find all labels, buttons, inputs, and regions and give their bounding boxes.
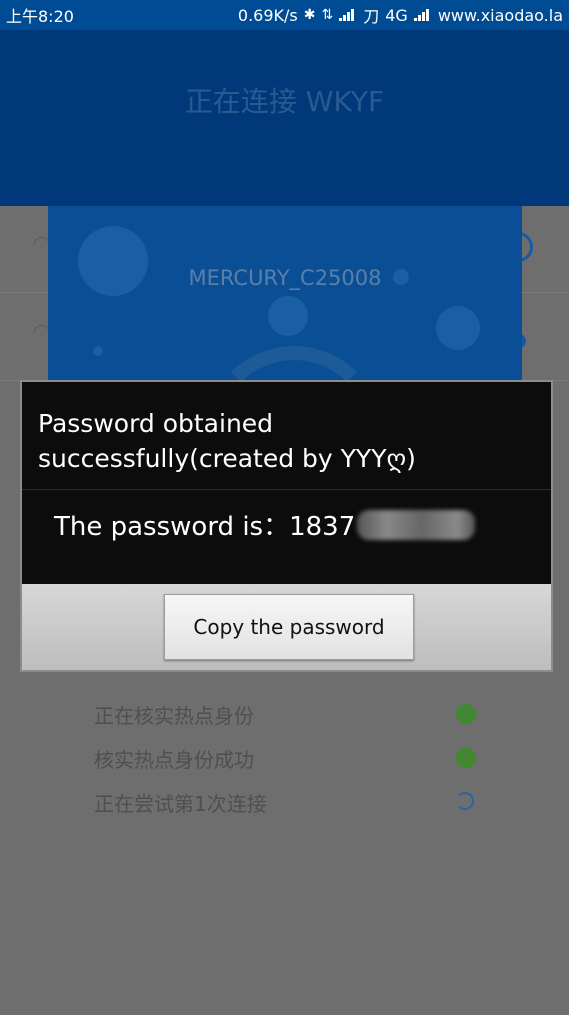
dialog-title: Password obtained successfully(created b… [38, 409, 416, 473]
step-label: 核实热点身份成功 [94, 747, 254, 772]
step-label: 正在尝试第1次连接 [94, 791, 267, 816]
network-type: 4G [385, 5, 408, 25]
signal-icon [339, 9, 357, 21]
network-ssid: MERCURY_C25008 [188, 266, 382, 290]
dialog-divider [22, 489, 551, 490]
status-speed: 0.69K/s [237, 5, 298, 25]
header: 正在连接 WKYF [0, 30, 569, 206]
password-dialog: Password obtained successfully(created b… [20, 380, 553, 672]
step-item: 正在尝试第1次连接 [94, 780, 494, 824]
password-message: The password is：1837 [54, 506, 476, 543]
status-bar: 上午8:20 0.69K/s ✱ ⇅ 刀 4G www.xiaodao.la [0, 0, 569, 30]
loading-spinner-icon [456, 792, 474, 810]
step-item: 核实热点身份成功 ✓ [94, 736, 494, 780]
copy-password-button[interactable]: Copy the password [164, 594, 414, 660]
step-label: 正在核实热点身份 [94, 703, 254, 728]
decor-bubble [268, 296, 308, 336]
decor-bubble [93, 346, 103, 356]
check-icon: ✓ [456, 748, 476, 768]
step-item: 正在核实热点身份 ✓ [94, 692, 494, 736]
dialog-footer: Copy the password [22, 584, 551, 670]
check-icon: ✓ [456, 704, 476, 724]
signal-icon [413, 9, 432, 21]
decor-bubble [436, 306, 480, 350]
watermark: www.xiaodao.la [437, 5, 563, 25]
data-arrows-icon: ⇅ [321, 7, 334, 23]
connection-steps: 正在核实热点身份 ✓ 核实热点身份成功 ✓ 正在尝试第1次连接 [94, 692, 494, 824]
bluetooth-icon: ✱ [303, 7, 316, 23]
page-title: 正在连接 WKYF [184, 85, 385, 118]
carrier-glyph: 刀 [363, 7, 380, 26]
status-time: 上午8:20 [6, 7, 74, 26]
password-text: The password is：1837 [54, 512, 356, 542]
password-redaction [357, 509, 476, 540]
